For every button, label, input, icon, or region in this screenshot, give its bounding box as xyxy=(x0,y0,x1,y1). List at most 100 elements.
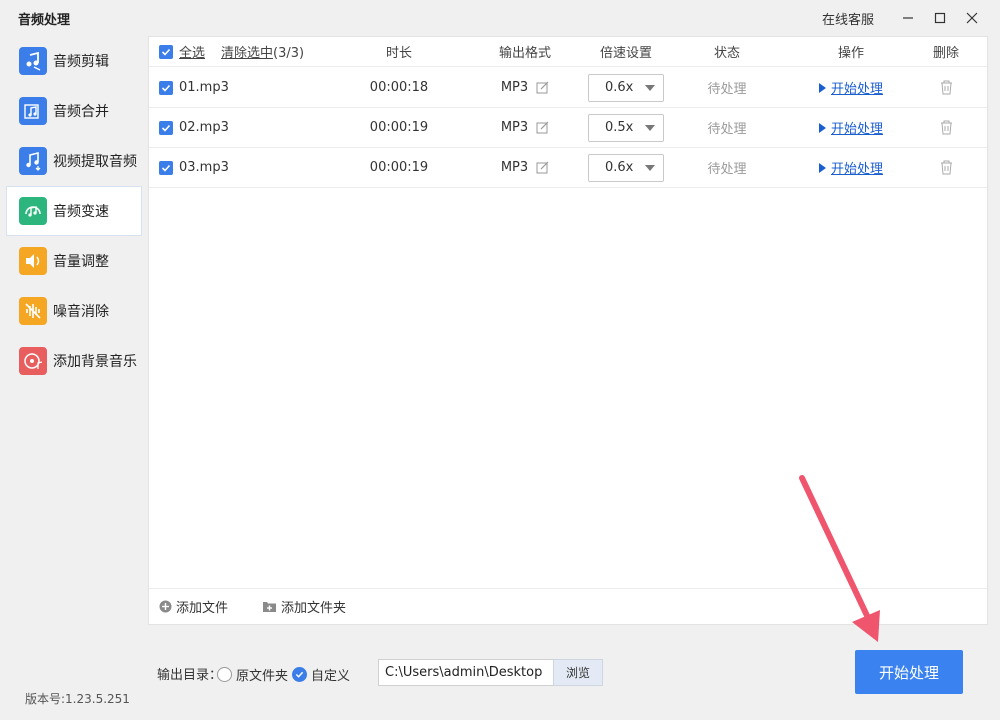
minimize-button[interactable] xyxy=(892,4,924,32)
trash-icon[interactable] xyxy=(939,160,954,175)
trash-icon[interactable] xyxy=(939,80,954,95)
start-process-button[interactable]: 开始处理 xyxy=(855,650,963,694)
sidebar-item-audio-cut[interactable]: 音频剪辑 xyxy=(6,36,142,86)
edit-icon[interactable] xyxy=(536,161,549,174)
add-file-label: 添加文件 xyxy=(176,601,229,616)
add-file-button[interactable]: 添加文件 xyxy=(159,597,228,616)
chevron-down-icon xyxy=(645,124,655,131)
maximize-icon xyxy=(934,12,946,24)
start-row-label: 开始处理 xyxy=(830,82,883,97)
audio-cut-icon xyxy=(19,47,47,75)
maximize-button[interactable] xyxy=(924,4,956,32)
background-music-icon xyxy=(19,347,47,375)
table-row: 01.mp3 00:00:18 MP3 0.6x 待处理 开始处理 xyxy=(149,68,987,108)
radio-circle-checked xyxy=(292,667,307,682)
speed-value: 0.5x xyxy=(605,120,634,135)
status-text: 待处理 xyxy=(707,82,747,97)
header-speed: 倍速设置 xyxy=(599,46,652,61)
sidebar-item-label: 音频变速 xyxy=(53,204,109,220)
file-name: 01.mp3 xyxy=(179,80,229,95)
row-checkbox[interactable] xyxy=(159,80,173,95)
checkmark-icon xyxy=(161,164,171,172)
sidebar-item-audio-speed[interactable]: 音频变速 xyxy=(6,186,142,236)
version-label: 版本号:1.23.5.251 xyxy=(25,692,130,706)
minimize-icon xyxy=(903,17,913,19)
speed-dropdown[interactable]: 0.5x xyxy=(588,113,664,142)
selected-count: (3/3) xyxy=(273,46,305,61)
radio-custom[interactable]: 自定义 xyxy=(292,665,350,684)
radio-circle xyxy=(217,667,232,682)
sidebar: 音频剪辑 音频合并 视频提取音频 音频变速 音量调整 噪音消除 添加背景音乐 xyxy=(6,36,142,386)
speed-dropdown[interactable]: 0.6x xyxy=(588,153,664,182)
select-all-label[interactable]: 全选 xyxy=(179,42,205,61)
output-format: MP3 xyxy=(500,120,529,135)
clear-selected-link[interactable]: 清除选中 xyxy=(221,46,273,61)
sidebar-item-audio-merge[interactable]: 音频合并 xyxy=(6,86,142,136)
volume-icon xyxy=(19,247,47,275)
header-action: 操作 xyxy=(837,46,864,61)
sidebar-item-label: 视频提取音频 xyxy=(53,154,137,170)
trash-icon[interactable] xyxy=(939,120,954,135)
chevron-down-icon xyxy=(645,84,655,91)
sidebar-item-background-music[interactable]: 添加背景音乐 xyxy=(6,336,142,386)
table-row: 02.mp3 00:00:19 MP3 0.5x 待处理 开始处理 xyxy=(149,108,987,148)
play-icon xyxy=(818,82,826,93)
folder-plus-icon xyxy=(263,602,277,612)
add-folder-label: 添加文件夹 xyxy=(281,601,347,616)
select-all-checkbox[interactable] xyxy=(159,44,173,59)
start-row-button[interactable]: 开始处理 xyxy=(801,68,901,107)
output-format: MP3 xyxy=(500,160,529,175)
sidebar-item-label: 音频合并 xyxy=(53,104,109,120)
radio-original-folder[interactable]: 原文件夹 xyxy=(217,665,288,684)
close-icon xyxy=(966,12,978,24)
checkmark-icon xyxy=(161,84,171,92)
start-row-button[interactable]: 开始处理 xyxy=(801,148,901,187)
browse-button[interactable]: 浏览 xyxy=(553,659,603,686)
noise-reduction-icon xyxy=(19,297,47,325)
file-name: 02.mp3 xyxy=(179,120,229,135)
file-duration: 00:00:18 xyxy=(369,80,429,95)
header-format: 输出格式 xyxy=(498,46,551,61)
annotation-arrow-icon xyxy=(799,475,880,642)
speed-value: 0.6x xyxy=(605,160,634,175)
close-button[interactable] xyxy=(956,4,988,32)
sidebar-item-label: 添加背景音乐 xyxy=(53,354,137,370)
sidebar-item-noise[interactable]: 噪音消除 xyxy=(6,286,142,336)
edit-icon[interactable] xyxy=(536,121,549,134)
edit-icon[interactable] xyxy=(536,81,549,94)
row-checkbox[interactable] xyxy=(159,120,173,135)
title-bar: 音频处理 在线客服 xyxy=(0,0,1000,36)
header-duration: 时长 xyxy=(385,46,412,61)
sidebar-item-label: 音频剪辑 xyxy=(53,54,109,70)
sidebar-item-video-extract[interactable]: 视频提取音频 xyxy=(6,136,142,186)
play-icon xyxy=(818,162,826,173)
radio-original-label: 原文件夹 xyxy=(236,669,289,684)
add-folder-button[interactable]: 添加文件夹 xyxy=(262,597,346,616)
sidebar-item-label: 噪音消除 xyxy=(53,304,109,320)
audio-merge-icon xyxy=(19,97,47,125)
speed-dropdown[interactable]: 0.6x xyxy=(588,73,664,102)
online-service-link[interactable]: 在线客服 xyxy=(822,9,874,28)
output-path-input[interactable] xyxy=(378,659,554,686)
app-title: 音频处理 xyxy=(18,12,71,28)
header-status: 状态 xyxy=(713,46,740,61)
sidebar-item-volume[interactable]: 音量调整 xyxy=(6,236,142,286)
status-text: 待处理 xyxy=(707,162,747,177)
radio-custom-label: 自定义 xyxy=(311,669,351,684)
status-text: 待处理 xyxy=(707,122,747,137)
play-icon xyxy=(818,122,826,133)
sidebar-item-label: 音量调整 xyxy=(53,254,109,270)
checkmark-icon xyxy=(295,671,304,678)
output-format: MP3 xyxy=(500,80,529,95)
checkmark-icon xyxy=(161,124,171,132)
file-duration: 00:00:19 xyxy=(369,160,429,175)
title-bar-controls: 在线客服 xyxy=(822,4,988,32)
video-extract-audio-icon xyxy=(19,147,47,175)
file-duration: 00:00:19 xyxy=(369,120,429,135)
speed-value: 0.6x xyxy=(605,80,634,95)
file-name: 03.mp3 xyxy=(179,160,229,175)
checkmark-icon xyxy=(161,48,171,56)
start-row-button[interactable]: 开始处理 xyxy=(801,108,901,147)
row-checkbox[interactable] xyxy=(159,160,173,175)
start-row-label: 开始处理 xyxy=(830,162,883,177)
